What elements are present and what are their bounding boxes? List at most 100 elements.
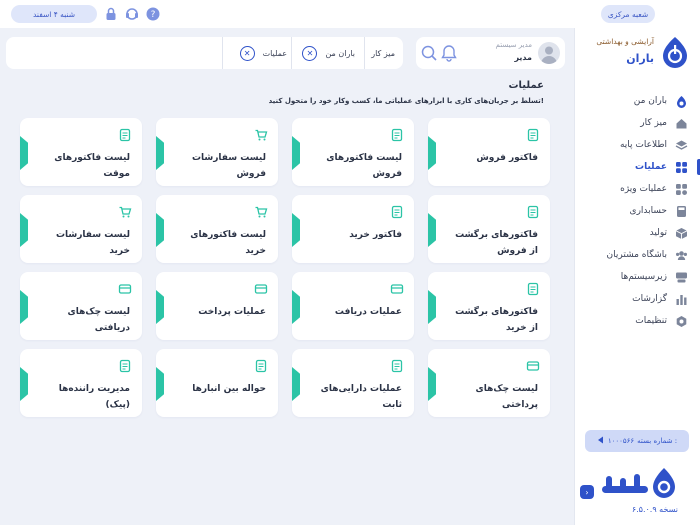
card-label: فاکتورهای برگشت از فروش <box>455 230 538 256</box>
sidebar-item-label: تنظیمات <box>635 316 667 326</box>
sidebar-item-operations[interactable]: عملیات <box>574 156 700 178</box>
close-icon[interactable]: ✕ <box>302 45 318 61</box>
receive-icon <box>390 282 404 296</box>
branch-selector[interactable]: شعبه مرکزی <box>601 5 655 23</box>
sidebar-nav: باران من میز کار اطلاعات پایه عملیات عمل… <box>574 90 700 332</box>
card-accent-stripe <box>428 136 436 170</box>
sidebar-item-my-baran[interactable]: باران من <box>574 90 700 112</box>
operation-card[interactable]: حواله بین انبارها <box>156 349 278 417</box>
app-version: نسخه ۶.۵.۰.۹ <box>631 505 678 514</box>
tab-label: میز کار <box>371 48 395 58</box>
operation-card[interactable]: فاکتورهای برگشت از خرید <box>428 272 550 340</box>
sidebar-item-settings[interactable]: تنظیمات <box>574 310 700 332</box>
tab-divider <box>222 37 223 69</box>
search-icon[interactable] <box>420 44 438 66</box>
cart-order-icon <box>118 205 132 219</box>
arrow-left-icon <box>597 436 605 446</box>
tab-label: عملیات <box>262 48 287 58</box>
operation-card[interactable]: فاکتور خرید <box>292 195 414 263</box>
sidebar-item-special-operations[interactable]: عملیات ویژه <box>574 178 700 200</box>
sidebar-item-label: حسابداری <box>629 206 667 216</box>
operation-card[interactable]: عملیات دارایی‌های ثابت <box>292 349 414 417</box>
sidebar-item-subsystems[interactable]: زیرسیستم‌ها <box>574 266 700 288</box>
baran-icon <box>675 95 688 108</box>
svg-text:?: ? <box>151 10 156 20</box>
operation-card[interactable]: عملیات پرداخت <box>156 272 278 340</box>
invoice-icon <box>526 128 540 142</box>
operation-card[interactable]: لیست چک‌های دریافتی <box>20 272 142 340</box>
box-icon <box>675 227 688 240</box>
user-card[interactable]: مدیر سیستم مدیر <box>416 37 565 69</box>
temp-invoice-icon <box>118 128 132 142</box>
subsystem-icon <box>675 271 688 284</box>
lock-icon[interactable] <box>104 7 118 21</box>
brand-name: باران <box>626 52 654 65</box>
operation-card[interactable]: لیست چک‌های پرداختی <box>428 349 550 417</box>
sidebar-item-label: تولید <box>649 228 667 238</box>
card-label: فاکتورهای برگشت از خرید <box>455 307 538 333</box>
sidebar-item-accounting[interactable]: حسابداری <box>574 200 700 222</box>
user-name: مدیر <box>514 53 532 62</box>
chart-icon <box>675 293 688 306</box>
sidebar-item-base-info[interactable]: اطلاعات پایه <box>574 134 700 156</box>
avatar[interactable] <box>538 42 560 64</box>
sidebar-item-production[interactable]: تولید <box>574 222 700 244</box>
return-icon <box>526 205 540 219</box>
tab-divider <box>364 37 365 69</box>
operation-card[interactable]: لیست سفارشات فروش <box>156 118 278 186</box>
open-tabs-bar: میز کار باران من ✕ عملیات ✕ <box>6 37 403 69</box>
card-label: مدیریت راننده‌ها (پیک) <box>58 384 130 410</box>
sidebar-item-label: گزارشات <box>632 294 667 304</box>
tab-operations[interactable]: عملیات ✕ <box>239 37 287 69</box>
layers-icon <box>675 139 688 152</box>
operation-card[interactable]: لیست فاکتورهای فروش <box>292 118 414 186</box>
card-accent-stripe <box>20 290 28 324</box>
help-icon[interactable]: ? <box>146 7 160 21</box>
users-icon <box>675 249 688 262</box>
sidebar-item-reports[interactable]: گزارشات <box>574 288 700 310</box>
card-accent-stripe <box>292 367 300 401</box>
card-label: فاکتور خرید <box>349 230 402 240</box>
sidebar-item-label: اطلاعات پایه <box>619 140 667 150</box>
tab-desk[interactable]: میز کار <box>371 37 395 69</box>
operation-card[interactable]: مدیریت راننده‌ها (پیک) <box>20 349 142 417</box>
operation-card[interactable]: لیست سفارشات خرید <box>20 195 142 263</box>
return-purchase-icon <box>526 282 540 296</box>
operation-card[interactable]: فاکتور فروش <box>428 118 550 186</box>
check-paid-icon <box>526 359 540 373</box>
sidebar-item-label: باران من <box>633 96 667 106</box>
page-title: عملیات <box>508 80 544 91</box>
operation-card[interactable]: عملیات دریافت <box>292 272 414 340</box>
sidebar-item-customer-club[interactable]: باشگاه مشتریان <box>574 244 700 266</box>
card-accent-stripe <box>20 367 28 401</box>
invoice-list-icon <box>390 128 404 142</box>
card-label: عملیات دارایی‌های ثابت <box>320 384 402 410</box>
operation-card[interactable]: فاکتورهای برگشت از فروش <box>428 195 550 263</box>
baran-wordmark-icon <box>598 464 678 504</box>
sidebar: آرایشی و بهداشتی باران باران من میز کار … <box>574 28 700 525</box>
card-accent-stripe <box>428 290 436 324</box>
card-label: عملیات پرداخت <box>198 307 266 317</box>
headset-icon[interactable] <box>125 7 139 21</box>
sidebar-item-label: زیرسیستم‌ها <box>620 272 667 282</box>
user-role: مدیر سیستم <box>495 41 532 49</box>
operation-card[interactable]: لیست فاکتورهای خرید <box>156 195 278 263</box>
sidebar-item-desk[interactable]: میز کار <box>574 112 700 134</box>
brand-subtitle: آرایشی و بهداشتی <box>596 37 654 46</box>
operation-card[interactable]: لیست فاکتورهای موقت <box>20 118 142 186</box>
tab-divider <box>291 37 292 69</box>
page-description: تسلط بر جریان‌های کاری با ابزارهای عملیا… <box>268 97 544 105</box>
card-accent-stripe <box>20 136 28 170</box>
close-icon[interactable]: ✕ <box>239 45 255 61</box>
purchase-invoice-icon <box>390 205 404 219</box>
chevron-right-icon: › <box>585 487 589 497</box>
warehouse-icon <box>254 359 268 373</box>
payment-icon <box>254 282 268 296</box>
sidebar-item-label: باشگاه مشتریان <box>606 250 667 260</box>
tab-my-baran[interactable]: باران من ✕ <box>302 37 355 69</box>
card-accent-stripe <box>156 136 164 170</box>
card-label: لیست فاکتورهای خرید <box>190 230 266 256</box>
collapse-sidebar-button[interactable]: › <box>580 485 594 499</box>
bell-icon[interactable] <box>440 44 458 66</box>
sidebar-item-label: میز کار <box>640 118 667 128</box>
